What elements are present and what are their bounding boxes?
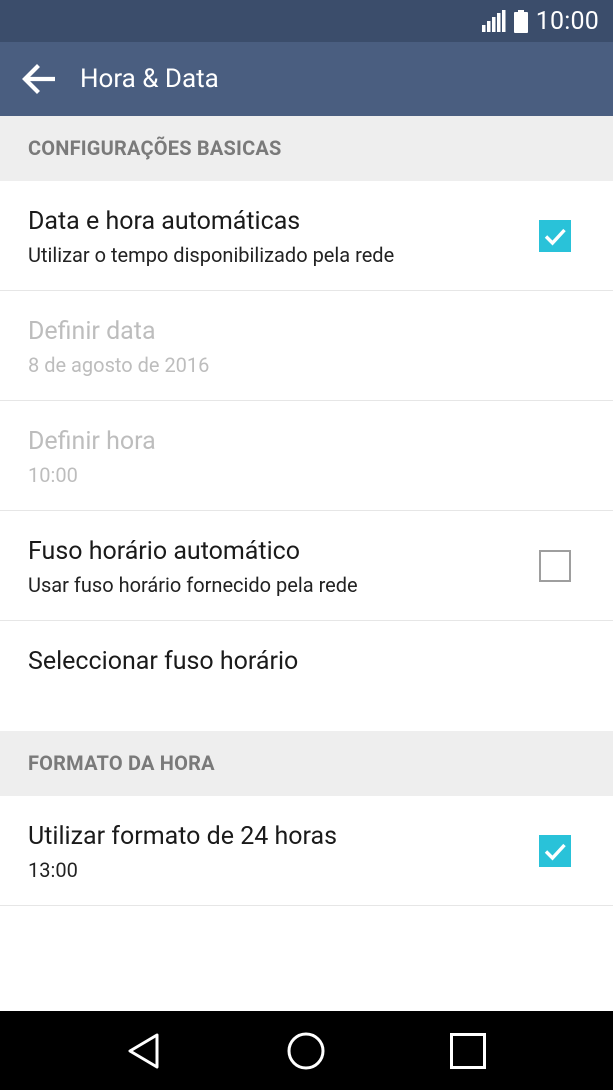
- setting-subtitle: Usar fuso horário fornecido pela rede: [28, 573, 358, 597]
- section-header-time-format: FORMATO DA HORA: [0, 731, 613, 796]
- check-icon: [544, 843, 566, 861]
- setting-set-time[interactable]: Definir hora 10:00: [0, 401, 613, 511]
- section-header-label: FORMATO DA HORA: [28, 751, 215, 775]
- circle-home-icon: [287, 1032, 325, 1069]
- battery-icon: [513, 9, 528, 33]
- section-header-basic: CONFIGURAÇÕES BASICAS: [0, 116, 613, 181]
- status-bar: 10:00: [0, 0, 613, 42]
- setting-title: Fuso horário automático: [28, 537, 301, 566]
- nav-back-button[interactable]: [104, 1011, 184, 1090]
- nav-recents-button[interactable]: [428, 1011, 508, 1090]
- app-bar: Hora & Data: [0, 42, 613, 116]
- setting-subtitle: 10:00: [28, 463, 78, 487]
- setting-subtitle: 13:00: [28, 858, 78, 882]
- back-button[interactable]: [14, 56, 62, 102]
- setting-title: Definir data: [28, 317, 156, 346]
- section-header-label: CONFIGURAÇÕES BASICAS: [28, 136, 282, 160]
- setting-set-date[interactable]: Definir data 8 de agosto de 2016: [0, 291, 613, 401]
- setting-auto-timezone[interactable]: Fuso horário automático Usar fuso horári…: [0, 511, 613, 621]
- triangle-back-icon: [128, 1033, 159, 1068]
- check-icon: [544, 228, 566, 246]
- setting-title: Utilizar formato de 24 horas: [28, 822, 338, 851]
- use-24h-checkbox[interactable]: [539, 835, 571, 867]
- status-indicators: 10:00: [481, 0, 599, 42]
- navigation-bar: [0, 1011, 613, 1090]
- square-recents-icon: [450, 1032, 486, 1069]
- nav-home-button[interactable]: [266, 1011, 346, 1090]
- setting-subtitle: Utilizar o tempo disponibilizado pela re…: [28, 243, 395, 267]
- setting-use-24h[interactable]: Utilizar formato de 24 horas 13:00: [0, 796, 613, 906]
- setting-title: Definir hora: [28, 427, 156, 456]
- signal-icon: [481, 10, 506, 32]
- setting-select-timezone[interactable]: Seleccionar fuso horário: [0, 621, 613, 731]
- arrow-back-icon: [22, 64, 55, 94]
- auto-datetime-checkbox[interactable]: [539, 220, 571, 252]
- page-title: Hora & Data: [80, 64, 219, 94]
- status-time: 10:00: [535, 6, 599, 36]
- auto-timezone-checkbox[interactable]: [539, 550, 571, 582]
- setting-subtitle: 8 de agosto de 2016: [28, 353, 210, 377]
- setting-title: Data e hora automáticas: [28, 207, 301, 236]
- setting-auto-datetime[interactable]: Data e hora automáticas Utilizar o tempo…: [0, 181, 613, 291]
- setting-title: Seleccionar fuso horário: [28, 647, 299, 676]
